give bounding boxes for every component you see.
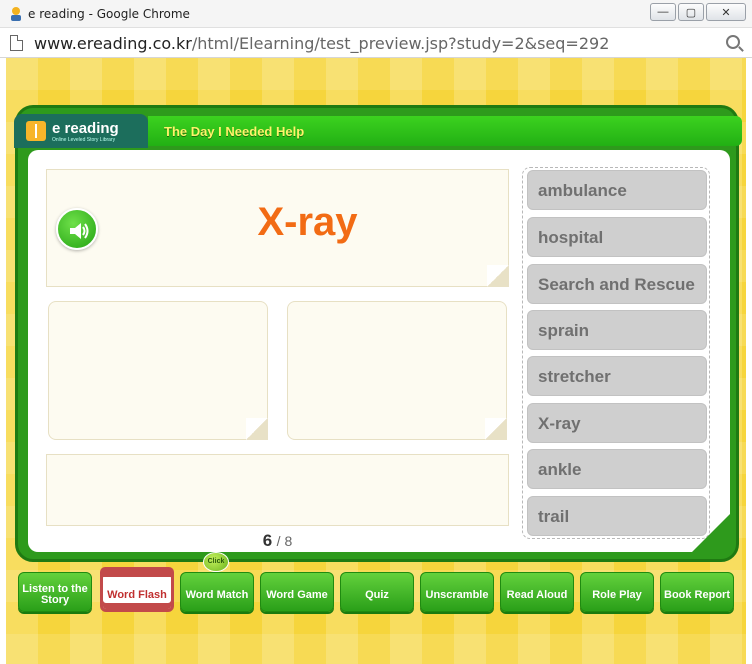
app-icon bbox=[11, 7, 21, 21]
nav-role-play[interactable]: Role Play bbox=[580, 572, 654, 612]
nav-word-game[interactable]: Word Game bbox=[260, 572, 334, 612]
sentence-card bbox=[46, 454, 509, 526]
word-card: X-ray bbox=[46, 169, 509, 287]
lesson-board: e reading Online Leveled Story Library T… bbox=[14, 105, 742, 562]
word-list: ambulance hospital Search and Rescue spr… bbox=[522, 167, 710, 539]
page-curl bbox=[246, 418, 268, 440]
learning-stage: e reading Online Leveled Story Library T… bbox=[6, 58, 746, 664]
word-item-x-ray[interactable]: X-ray bbox=[527, 403, 707, 443]
url-host: www.ereading.co.kr bbox=[34, 34, 192, 53]
activity-nav: Click Listen to the Story Word Flash Wor… bbox=[18, 552, 742, 612]
word-item-stretcher[interactable]: stretcher bbox=[527, 356, 707, 396]
panel-corner bbox=[692, 514, 730, 552]
word-item-trail[interactable]: trail bbox=[527, 496, 707, 536]
page-curl bbox=[485, 418, 507, 440]
zoom-icon[interactable] bbox=[726, 35, 740, 49]
window-titlebar: e reading - Google Chrome — ▢ ✕ bbox=[0, 0, 752, 28]
picture-card-1 bbox=[48, 301, 268, 440]
logo-text: e reading bbox=[52, 120, 119, 137]
nav-listen-to-the-story[interactable]: Listen to the Story bbox=[18, 572, 92, 612]
nav-book-report[interactable]: Book Report bbox=[660, 572, 734, 612]
close-button[interactable]: ✕ bbox=[706, 3, 746, 21]
url-path: /html/Elearning/test_preview.jsp?study=2… bbox=[191, 34, 610, 53]
logo: e reading Online Leveled Story Library bbox=[14, 114, 148, 148]
logo-subtitle: Online Leveled Story Library bbox=[52, 137, 116, 143]
nav-unscramble[interactable]: Unscramble bbox=[420, 572, 494, 612]
page-counter: 6 / 8 bbox=[28, 531, 527, 551]
word-item-search-and-rescue[interactable]: Search and Rescue bbox=[527, 264, 707, 304]
book-icon bbox=[26, 121, 46, 141]
click-hint-badge: Click bbox=[203, 552, 229, 572]
nav-quiz[interactable]: Quiz bbox=[340, 572, 414, 612]
word-item-ankle[interactable]: ankle bbox=[527, 449, 707, 489]
page-curl bbox=[487, 265, 509, 287]
content-panel: X-ray 6 / 8 ambulance hospital Search an… bbox=[28, 150, 730, 552]
story-title: The Day I Needed Help bbox=[164, 124, 305, 139]
page-icon bbox=[10, 35, 23, 51]
window-controls: — ▢ ✕ bbox=[650, 3, 746, 21]
nav-word-match[interactable]: Word Match bbox=[180, 572, 254, 612]
minimize-button[interactable]: — bbox=[650, 3, 676, 21]
board-header: e reading Online Leveled Story Library T… bbox=[14, 108, 742, 148]
nav-read-aloud[interactable]: Read Aloud bbox=[500, 572, 574, 612]
address-bar[interactable]: www.ereading.co.kr/html/Elearning/test_p… bbox=[0, 28, 752, 58]
total-pages: / 8 bbox=[276, 533, 293, 549]
window-title: e reading - Google Chrome bbox=[28, 7, 190, 21]
picture-card-2 bbox=[287, 301, 507, 440]
current-page: 6 bbox=[262, 531, 273, 550]
flash-word: X-ray bbox=[257, 200, 358, 244]
url-text[interactable]: www.ereading.co.kr/html/Elearning/test_p… bbox=[34, 34, 609, 53]
nav-word-flash[interactable]: Word Flash bbox=[100, 567, 174, 612]
maximize-button[interactable]: ▢ bbox=[678, 3, 704, 21]
word-item-hospital[interactable]: hospital bbox=[527, 217, 707, 257]
word-item-sprain[interactable]: sprain bbox=[527, 310, 707, 350]
word-item-ambulance[interactable]: ambulance bbox=[527, 170, 707, 210]
